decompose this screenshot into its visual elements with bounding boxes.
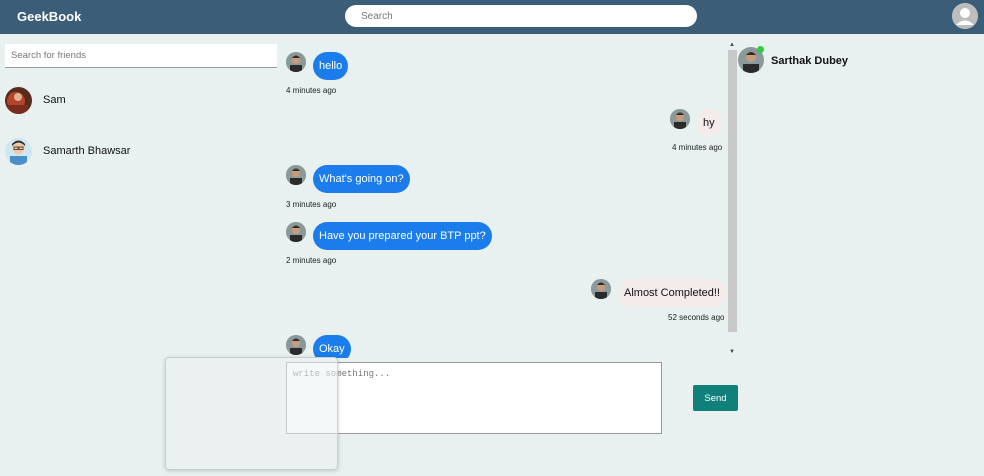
friend-item-sam[interactable]: Sam <box>5 87 277 115</box>
profile-avatar-icon[interactable] <box>952 3 978 29</box>
message-bubble: Okay <box>313 335 351 358</box>
message-bubble: Have you prepared your BTP ppt? <box>313 222 492 250</box>
scroll-down-icon[interactable]: ▼ <box>729 349 735 355</box>
scroll-up-icon[interactable]: ▲ <box>729 42 735 48</box>
scrollbar-thumb[interactable] <box>728 50 737 332</box>
avatar <box>5 87 32 114</box>
message-timestamp: 2 minutes ago <box>286 256 337 265</box>
friend-name: Sam <box>43 94 66 106</box>
global-search-input[interactable] <box>345 5 697 27</box>
top-bar: GeekBook <box>0 0 984 34</box>
friend-item-samarth-bhawsar[interactable]: Samarth Bhawsar <box>5 138 277 166</box>
message-bubble: Almost Completed!! <box>618 279 726 307</box>
friend-name: Samarth Bhawsar <box>43 145 131 157</box>
friend-search-input[interactable] <box>5 44 277 68</box>
send-button[interactable]: Send <box>693 385 738 411</box>
message-timestamp: 3 minutes ago <box>286 200 337 209</box>
message-bubble: What's going on? <box>313 165 410 193</box>
sender-avatar <box>591 279 611 299</box>
message-timestamp: 4 minutes ago <box>286 86 337 95</box>
message-timestamp: 4 minutes ago <box>672 143 723 152</box>
sender-avatar <box>670 109 690 129</box>
chat-scrollbar[interactable]: ▲ ▼ <box>728 42 737 358</box>
sender-avatar <box>286 52 306 72</box>
contact-name: Sarthak Dubey <box>771 55 849 67</box>
message-timestamp: 52 seconds ago <box>668 313 725 322</box>
sender-avatar <box>286 165 306 185</box>
message-bubble: hello <box>313 52 349 80</box>
message-bubble: hy <box>697 109 721 137</box>
online-status-icon <box>757 46 764 53</box>
sender-avatar <box>286 222 306 242</box>
sender-avatar <box>286 335 306 355</box>
app-logo[interactable]: GeekBook <box>17 9 81 24</box>
message-input[interactable] <box>286 362 662 434</box>
avatar <box>5 138 32 165</box>
chat-messages[interactable]: hello 4 minutes ago hy 4 minutes ago Wha… <box>280 42 726 358</box>
overlay-panel <box>165 357 338 470</box>
online-contact-item[interactable]: Sarthak Dubey <box>738 46 938 75</box>
